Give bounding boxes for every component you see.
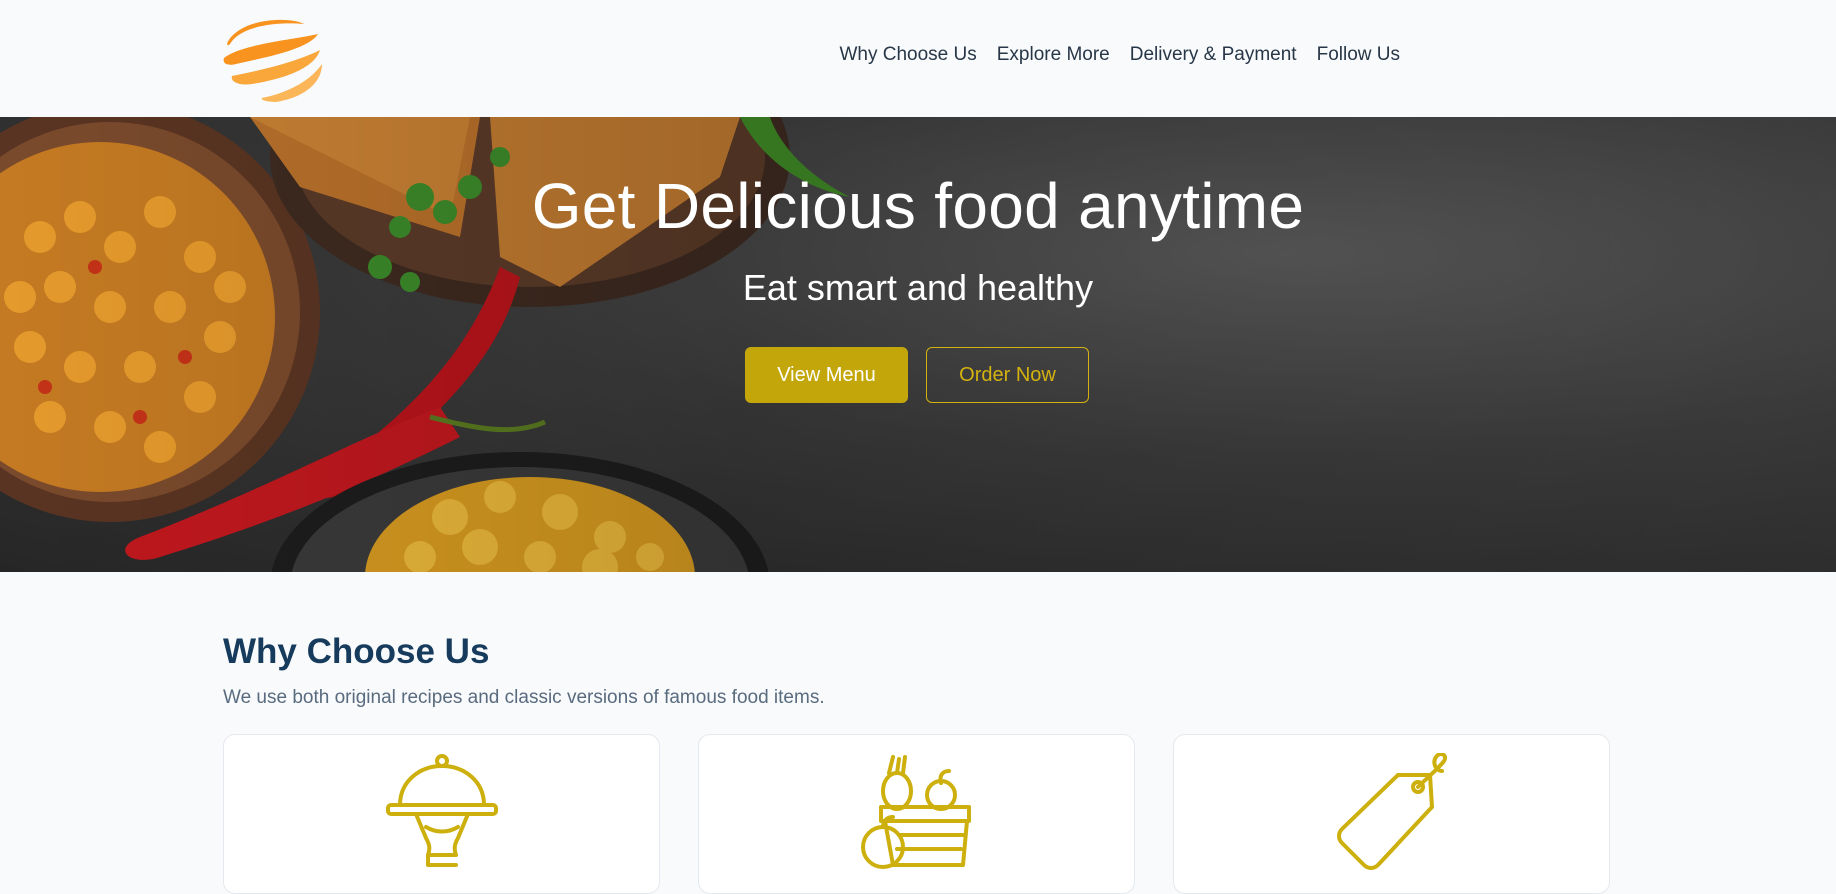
order-now-button[interactable]: Order Now <box>926 347 1089 403</box>
fresh-produce-basket-icon <box>860 755 971 869</box>
feature-card-fresh <box>698 734 1135 894</box>
feature-card-price <box>1173 734 1610 894</box>
brand-logo-icon[interactable] <box>222 14 324 102</box>
view-menu-button[interactable]: View Menu <box>745 347 908 403</box>
feature-card-quality <box>223 734 660 894</box>
nav-delivery-payment[interactable]: Delivery & Payment <box>1130 44 1297 66</box>
section-description: We use both original recipes and classic… <box>223 687 825 708</box>
hero-banner: Get Delicious food anytime Eat smart and… <box>0 117 1836 572</box>
hero-title: Get Delicious food anytime <box>531 170 1305 242</box>
hero-subtitle: Eat smart and healthy <box>742 267 1094 308</box>
main-nav: Why Choose Us Explore More Delivery & Pa… <box>819 44 1400 66</box>
food-cloche-icon <box>385 754 498 867</box>
hero-actions: View Menu Order Now <box>745 347 1089 403</box>
nav-follow-us[interactable]: Follow Us <box>1317 44 1400 66</box>
nav-why-choose-us[interactable]: Why Choose Us <box>839 44 976 66</box>
nav-explore-more[interactable]: Explore More <box>997 44 1110 66</box>
navbar: Why Choose Us Explore More Delivery & Pa… <box>0 0 1836 117</box>
price-tag-icon <box>1336 753 1447 870</box>
section-title: Why Choose Us <box>223 632 490 671</box>
